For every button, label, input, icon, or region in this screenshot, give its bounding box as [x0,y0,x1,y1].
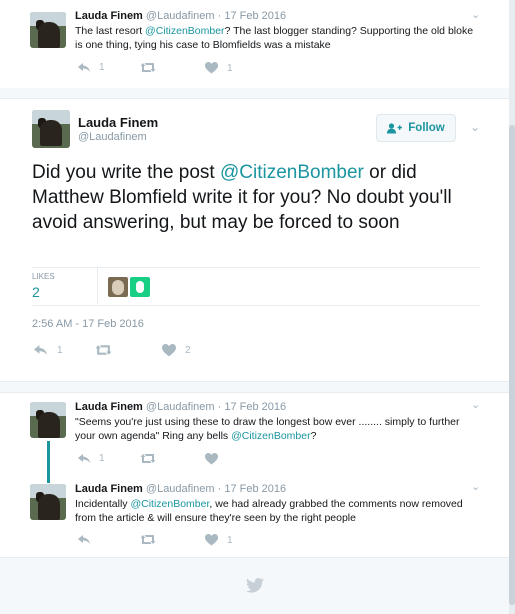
like-button[interactable]: 2 [162,344,191,357]
tweet-header: Lauda Finem @Laudafinem · 17 Feb 2016 [75,10,286,22]
reply-button[interactable]: 1 [77,62,105,73]
follow-person-plus-icon [387,122,403,133]
author-name[interactable]: Lauda Finem [75,483,143,495]
reply-button[interactable] [77,534,99,545]
heart-icon [205,534,218,546]
tweet-text: Incidentally @CitizenBomber, we had alre… [75,497,480,525]
divider [32,267,480,268]
tweet-text-pre: The last resort [75,25,146,37]
mention-link[interactable]: @CitizenBomber [130,498,209,510]
retweet-icon [140,454,156,463]
tweet-timestamp[interactable]: 2:56 AM - 17 Feb 2016 [32,318,144,330]
author-handle[interactable]: @Laudafinem [146,483,215,495]
tweet-text: "Seems you're just using these to draw t… [75,415,480,443]
chevron-down-icon[interactable]: ⌄ [471,8,480,21]
heart-icon [162,344,176,357]
chevron-down-icon[interactable]: ⌄ [470,120,480,134]
author-name[interactable]: Lauda Finem [75,10,143,22]
scrollbar-thumb[interactable] [509,125,515,605]
main-author-handle[interactable]: @Laudafinem [78,131,147,143]
tweet-date[interactable]: · 17 Feb 2016 [218,401,287,413]
author-handle[interactable]: @Laudafinem [146,10,215,22]
author-name[interactable]: Lauda Finem [75,401,143,413]
liker-avatar[interactable] [108,277,128,297]
tweet-header: Lauda Finem @Laudafinem · 17 Feb 2016 [75,401,286,413]
heart-icon [205,453,218,465]
chevron-down-icon[interactable]: ⌄ [471,398,480,411]
heart-icon [205,62,218,74]
avatar[interactable] [30,12,66,48]
retweet-icon [140,63,156,72]
tweet-header: Lauda Finem @Laudafinem · 17 Feb 2016 [75,483,286,495]
like-button[interactable]: 1 [205,534,233,546]
follow-button[interactable]: Follow [376,114,456,142]
tweet-date[interactable]: · 17 Feb 2016 [218,10,287,22]
tweet-text-pre: Did you write the post [32,162,220,183]
like-count: 1 [227,62,233,74]
reply-button[interactable]: 1 [33,344,63,356]
tweet-text-pre: Incidentally [75,498,131,510]
likes-count[interactable]: 2 [32,284,40,300]
reply-count: 1 [99,62,105,73]
reply-icon [78,63,90,72]
reply-button[interactable]: 1 [77,453,105,464]
tweet-text-post: ? [310,430,317,442]
follow-label: Follow [408,122,445,134]
likes-label: LIKES [32,272,55,281]
retweet-icon [95,345,112,355]
like-button[interactable] [205,453,227,465]
liker-avatar[interactable] [130,277,150,297]
mention-link[interactable]: @CitizenBomber [220,162,364,183]
main-author-name[interactable]: Lauda Finem [78,115,158,130]
tweet-text: The last resort @CitizenBomber? The last… [75,24,475,52]
author-handle[interactable]: @Laudafinem [146,401,215,413]
main-tweet-text: Did you write the post @CitizenBomber or… [32,160,472,235]
retweet-button[interactable] [140,62,156,73]
reply-icon [78,454,90,463]
mention-link[interactable]: @CitizenBomber [145,25,225,37]
reply-icon [78,535,90,544]
twitter-bird-icon [246,578,264,598]
like-count: 1 [227,534,233,546]
main-avatar[interactable] [32,110,70,148]
top-tweet[interactable]: Lauda Finem @Laudafinem · 17 Feb 2016 ⌄ … [0,0,509,88]
retweet-button[interactable] [140,453,156,464]
conversation-thread-line [47,441,50,483]
divider [32,305,480,306]
reply-icon [34,345,47,355]
tweet-date[interactable]: · 17 Feb 2016 [218,483,287,495]
like-count: 2 [185,345,191,356]
mention-link[interactable]: @CitizenBomber [231,430,311,442]
retweet-icon [140,535,156,544]
reply-count: 1 [57,344,63,356]
retweet-button[interactable] [95,344,112,356]
like-button[interactable]: 1 [205,62,233,74]
retweet-button[interactable] [140,534,156,545]
reply-count: 1 [99,453,105,464]
divider [97,268,98,304]
chevron-down-icon[interactable]: ⌄ [471,480,480,493]
avatar[interactable] [30,484,66,520]
avatar[interactable] [30,402,66,438]
